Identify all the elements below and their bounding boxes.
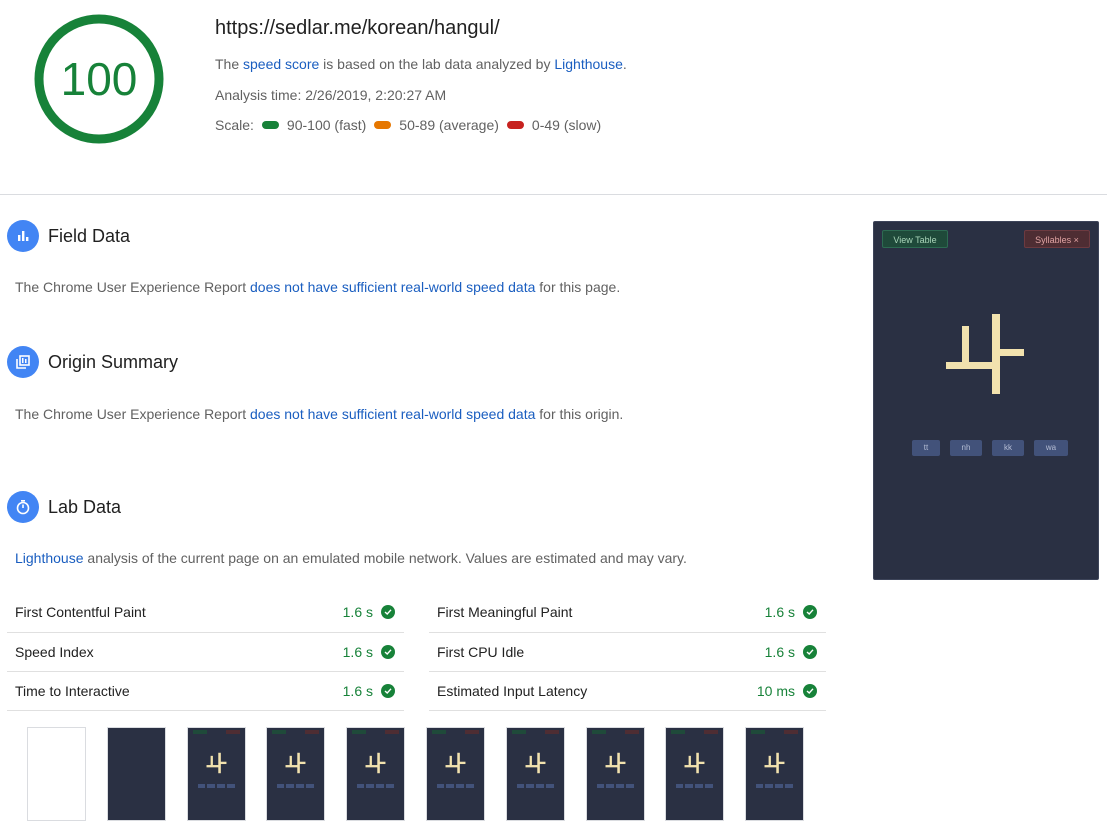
view-table-button: View Table <box>882 230 948 248</box>
speed-score-link[interactable]: speed score <box>243 56 319 72</box>
lighthouse-link[interactable]: Lighthouse <box>554 56 623 72</box>
score-description: The speed score is based on the lab data… <box>215 56 627 72</box>
metric-name: First CPU Idle <box>437 644 525 660</box>
header-divider <box>0 194 1107 195</box>
lab-data-header: Lab Data <box>7 491 121 523</box>
check-icon <box>381 605 395 619</box>
filmstrip-frame <box>745 727 805 821</box>
filmstrip-frame <box>425 727 485 821</box>
syllable-key: tt <box>912 440 940 456</box>
metric-row: First CPU Idle 1.6 s <box>429 633 826 672</box>
check-icon <box>803 684 817 698</box>
metric-row: First Contentful Paint 1.6 s <box>7 592 404 633</box>
filmstrip-frame <box>665 727 725 821</box>
stopwatch-icon <box>7 491 39 523</box>
syllable-key: kk <box>992 440 1024 456</box>
metric-name: Time to Interactive <box>15 683 130 699</box>
metric-value: 1.6 s <box>764 604 795 620</box>
filmstrip-frame <box>266 727 326 821</box>
field-data-header: Field Data <box>7 220 130 252</box>
syllables-button: Syllables × <box>1024 230 1090 248</box>
page-url: https://sedlar.me/korean/hangul/ <box>215 17 500 39</box>
field-data-title: Field Data <box>48 225 131 246</box>
filmstrip-frame <box>346 727 406 821</box>
check-icon <box>381 645 395 659</box>
metric-row: First Meaningful Paint 1.6 s <box>429 592 826 633</box>
syllable-key: wa <box>1034 440 1068 456</box>
scale-label: Scale: <box>215 117 254 133</box>
metric-value: 1.6 s <box>764 644 795 660</box>
metric-row: Time to Interactive 1.6 s <box>7 672 404 711</box>
library-icon <box>7 346 39 378</box>
bar-chart-icon <box>7 220 39 252</box>
lab-lighthouse-link[interactable]: Lighthouse <box>15 550 84 566</box>
field-data-text: The Chrome User Experience Report does n… <box>15 279 621 295</box>
filmstrip-frame <box>505 727 565 821</box>
final-screenshot: View Table Syllables × tt nh kk wa <box>873 221 1099 580</box>
score-gauge: 100 <box>33 13 165 145</box>
metrics-right-column: First Meaningful Paint 1.6 s First CPU I… <box>429 592 826 711</box>
filmstrip <box>27 727 825 821</box>
fast-pill-icon <box>261 121 279 129</box>
metric-value: 1.6 s <box>342 644 373 660</box>
check-icon <box>803 645 817 659</box>
metrics-left-column: First Contentful Paint 1.6 s Speed Index… <box>7 592 404 711</box>
scale-fast: 90-100 (fast) <box>286 117 367 133</box>
check-icon <box>381 684 395 698</box>
score-scale: Scale: 90-100 (fast) 50-89 (average) 0-4… <box>215 117 601 133</box>
metric-name: First Meaningful Paint <box>437 604 573 620</box>
filmstrip-frame <box>186 727 246 821</box>
metric-value: 1.6 s <box>342 604 373 620</box>
syllable-keys: tt nh kk wa <box>912 440 1068 456</box>
metric-row: Estimated Input Latency 10 ms <box>429 672 826 711</box>
hangul-glyph <box>946 314 1024 394</box>
filmstrip-frame <box>585 727 645 821</box>
slow-pill-icon <box>506 121 524 129</box>
origin-summary-text: The Chrome User Experience Report does n… <box>15 406 624 422</box>
field-data-link[interactable]: does not have sufficient real-world spee… <box>250 279 535 295</box>
scale-slow: 0-49 (slow) <box>531 117 602 133</box>
score-value: 100 <box>60 53 138 105</box>
metric-name: First Contentful Paint <box>15 604 146 620</box>
origin-summary-header: Origin Summary <box>7 346 178 378</box>
metric-value: 10 ms <box>756 683 795 699</box>
lab-data-text: Lighthouse analysis of the current page … <box>15 550 687 566</box>
metric-name: Speed Index <box>15 644 94 660</box>
analysis-time: Analysis time: 2/26/2019, 2:20:27 AM <box>215 87 447 103</box>
metrics-table: First Contentful Paint 1.6 s Speed Index… <box>7 592 826 711</box>
filmstrip-frame <box>27 727 86 821</box>
origin-summary-link[interactable]: does not have sufficient real-world spee… <box>250 406 535 422</box>
metric-name: Estimated Input Latency <box>437 683 588 699</box>
scale-average: 50-89 (average) <box>399 117 499 133</box>
metric-value: 1.6 s <box>342 683 373 699</box>
average-pill-icon <box>374 121 392 129</box>
syllable-key: nh <box>950 440 982 456</box>
metric-row: Speed Index 1.6 s <box>7 633 404 672</box>
origin-summary-title: Origin Summary <box>48 351 179 372</box>
check-icon <box>803 605 817 619</box>
lab-data-title: Lab Data <box>48 496 122 517</box>
filmstrip-frame <box>106 727 166 821</box>
